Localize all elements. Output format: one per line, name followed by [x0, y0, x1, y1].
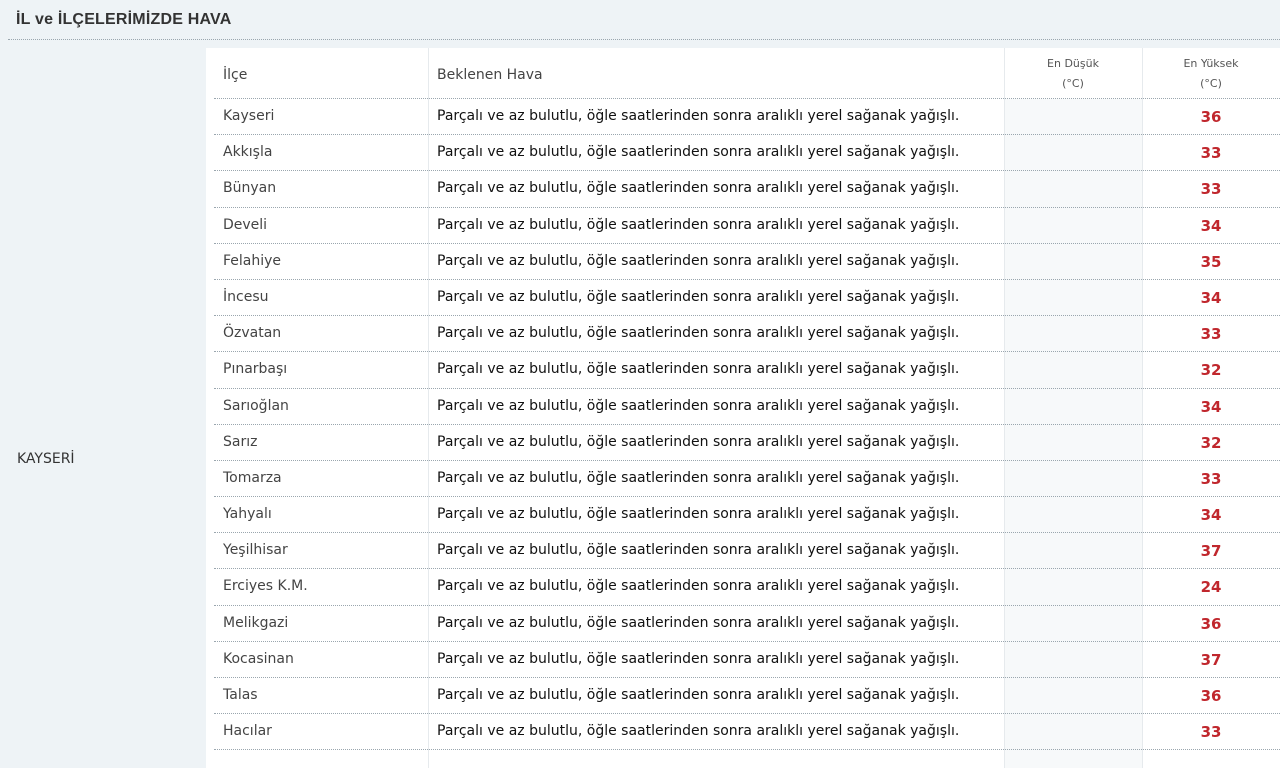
max-temp-value: 36 [1200, 108, 1222, 126]
header-min-temp-unit: (°C) [1062, 77, 1084, 90]
district-name: Yeşilhisar [223, 542, 288, 559]
max-temp-value: 37 [1200, 650, 1222, 669]
max-temp-value: 37 [1200, 542, 1222, 561]
weather-description: Parçalı ve az bulutlu, öğle saatlerinden… [437, 469, 960, 486]
header-max-temp: En Yüksek (°C) [1142, 48, 1280, 99]
table-row: Bünyan Parçalı ve az bulutlu, öğle saatl… [214, 171, 1280, 208]
max-temp-value: 33 [1200, 144, 1222, 163]
table-row: Sarıoğlan Parçalı ve az bulutlu, öğle sa… [214, 389, 1280, 425]
table-row: Yahyalı Parçalı ve az bulutlu, öğle saat… [214, 497, 1280, 534]
header-expected-weather-label: Beklenen Hava [437, 67, 543, 83]
weather-description: Parçalı ve az bulutlu, öğle saatlerinden… [437, 180, 960, 197]
table-row: Talas Parçalı ve az bulutlu, öğle saatle… [214, 678, 1280, 715]
district-name: Felahiye [223, 252, 282, 269]
weather-description: Parçalı ve az bulutlu, öğle saatlerinden… [437, 397, 960, 414]
section-title: İL ve İLÇELERİMİZDE HAVA [16, 11, 232, 28]
table-row: Develi Parçalı ve az bulutlu, öğle saatl… [214, 208, 1280, 244]
district-name: Akkışla [223, 144, 273, 161]
max-temp-value: 33 [1200, 325, 1222, 344]
table-row: Pınarbaşı Parçalı ve az bulutlu, öğle sa… [214, 352, 1280, 389]
header-district-label: İlçe [223, 67, 248, 83]
max-temp-value: 36 [1200, 687, 1222, 705]
province-name: KAYSERİ [17, 451, 75, 467]
max-temp-value: 24 [1200, 578, 1222, 597]
table-row: Melikgazi Parçalı ve az bulutlu, öğle sa… [214, 606, 1280, 642]
district-name: Özvatan [223, 325, 282, 342]
weather-description: Parçalı ve az bulutlu, öğle saatlerinden… [437, 144, 960, 161]
header-min-temp-line1: En Düşük [1047, 57, 1099, 70]
max-temp-value: 32 [1200, 361, 1222, 380]
district-name: Develi [223, 216, 268, 233]
table-row: Erciyes K.M. Parçalı ve az bulutlu, öğle… [214, 569, 1280, 606]
district-name: Melikgazi [223, 614, 289, 631]
weather-description: Parçalı ve az bulutlu, öğle saatlerinden… [437, 578, 960, 595]
table-row: Hacılar Parçalı ve az bulutlu, öğle saat… [214, 714, 1280, 751]
max-temp-value: 34 [1200, 506, 1222, 525]
weather-description: Parçalı ve az bulutlu, öğle saatlerinden… [437, 433, 960, 450]
table-row: Tomarza Parçalı ve az bulutlu, öğle saat… [214, 461, 1280, 498]
max-temp-value: 34 [1200, 288, 1222, 307]
column-divider [206, 48, 214, 768]
district-name: Kocasinan [223, 650, 294, 667]
district-name: Bünyan [223, 180, 277, 197]
province-cell: KAYSERİ [8, 48, 206, 768]
weather-description: Parçalı ve az bulutlu, öğle saatlerinden… [437, 542, 960, 559]
district-name: Pınarbaşı [223, 361, 288, 378]
header-max-temp-unit: (°C) [1200, 77, 1222, 90]
table-body: Kayseri Parçalı ve az bulutlu, öğle saat… [214, 99, 1280, 751]
weather-description: Parçalı ve az bulutlu, öğle saatlerinden… [437, 288, 960, 305]
max-temp-value: 34 [1200, 397, 1222, 416]
district-name: Kayseri [223, 108, 275, 124]
max-temp-value: 33 [1200, 723, 1222, 742]
district-name: Yahyalı [223, 506, 272, 523]
header-max-temp-label: En Yüksek (°C) [1142, 54, 1280, 94]
district-name: Talas [223, 687, 258, 703]
weather-description: Parçalı ve az bulutlu, öğle saatlerinden… [437, 650, 960, 667]
table-row: Kocasinan Parçalı ve az bulutlu, öğle sa… [214, 642, 1280, 678]
district-name: Sarıoğlan [223, 397, 289, 414]
table-row: İncesu Parçalı ve az bulutlu, öğle saatl… [214, 280, 1280, 317]
weather-description: Parçalı ve az bulutlu, öğle saatlerinden… [437, 216, 960, 233]
header-max-temp-line1: En Yüksek [1183, 57, 1239, 70]
table-row: Kayseri Parçalı ve az bulutlu, öğle saat… [214, 99, 1280, 136]
max-temp-value: 34 [1200, 216, 1222, 235]
header-district: İlçe [214, 48, 428, 99]
district-name: Erciyes K.M. [223, 578, 308, 595]
weather-description: Parçalı ve az bulutlu, öğle saatlerinden… [437, 687, 960, 703]
weather-description: Parçalı ve az bulutlu, öğle saatlerinden… [437, 252, 960, 269]
max-temp-value: 36 [1200, 614, 1222, 633]
district-name: Sarız [223, 433, 258, 450]
header-min-temp: En Düşük (°C) [1004, 48, 1142, 99]
weather-description: Parçalı ve az bulutlu, öğle saatlerinden… [437, 325, 960, 342]
header-min-temp-label: En Düşük (°C) [1004, 54, 1142, 94]
max-temp-value: 35 [1200, 252, 1222, 271]
district-name: İncesu [223, 288, 269, 305]
table-row: Felahiye Parçalı ve az bulutlu, öğle saa… [214, 244, 1280, 280]
table-row: Yeşilhisar Parçalı ve az bulutlu, öğle s… [214, 533, 1280, 570]
max-temp-value: 33 [1200, 469, 1222, 488]
max-temp-value: 33 [1200, 180, 1222, 199]
table-row: Sarız Parçalı ve az bulutlu, öğle saatle… [214, 425, 1280, 461]
table-row: Özvatan Parçalı ve az bulutlu, öğle saat… [214, 316, 1280, 353]
weather-description: Parçalı ve az bulutlu, öğle saatlerinden… [437, 506, 960, 523]
table-row: Akkışla Parçalı ve az bulutlu, öğle saat… [214, 135, 1280, 172]
max-temp-value: 32 [1200, 433, 1222, 452]
header-expected-weather: Beklenen Hava [428, 48, 1004, 99]
weather-description: Parçalı ve az bulutlu, öğle saatlerinden… [437, 723, 960, 740]
section-header: İL ve İLÇELERİMİZDE HAVA [8, 0, 1280, 40]
weather-description: Parçalı ve az bulutlu, öğle saatlerinden… [437, 361, 960, 378]
weather-table: İlçe Beklenen Hava En Düşük (°C) En Yüks… [214, 48, 1280, 768]
district-name: Hacılar [223, 723, 272, 740]
weather-description: Parçalı ve az bulutlu, öğle saatlerinden… [437, 614, 960, 631]
weather-description: Parçalı ve az bulutlu, öğle saatlerinden… [437, 108, 960, 124]
district-name: Tomarza [223, 469, 282, 486]
